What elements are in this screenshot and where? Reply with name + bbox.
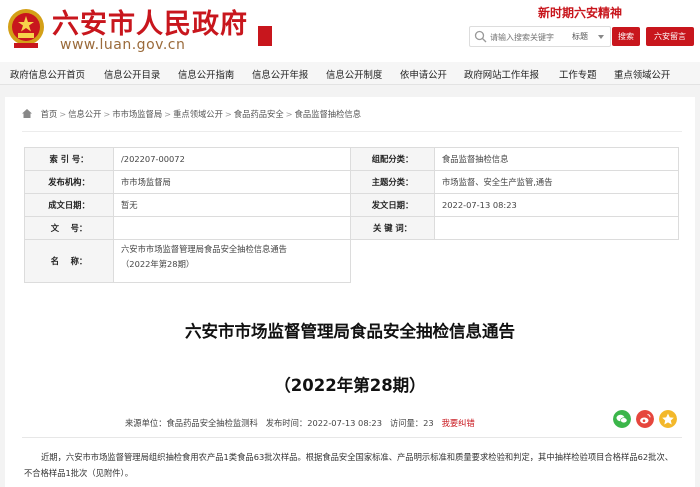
- document-name-line: 六安市市场监督管理局食品安全抽检信息通告: [121, 244, 287, 254]
- chevron-down-icon[interactable]: [598, 35, 604, 39]
- weibo-icon[interactable]: [636, 410, 654, 428]
- published-date-value: 2022-07-13 08:23: [434, 193, 679, 217]
- search-input[interactable]: [490, 29, 568, 45]
- nav-item-system[interactable]: 信息公开制度: [326, 67, 382, 81]
- topic-value: 市场监督、安全生产监管,通告: [434, 170, 679, 194]
- nav-item-apply[interactable]: 依申请公开: [400, 67, 447, 81]
- views-label: 访问量：: [389, 418, 424, 428]
- breadcrumb: 首页 > 信息公开 > 市市场监督局 > 重点领域公开 > 食品药品安全 > 食品监督抽检信息: [22, 108, 361, 120]
- breadcrumb-separator: >: [59, 109, 67, 119]
- article-subtitle: （2022年第28期）: [274, 376, 426, 395]
- search-scope-select[interactable]: 标题: [572, 31, 588, 42]
- created-date-value: 暂无: [113, 193, 351, 217]
- article-info-line: 来源单位：食品药品安全抽检监测科 发布时间：2022-07-13 08:23 访…: [125, 417, 475, 429]
- breadcrumb-item-inspection[interactable]: 食品监督抽检信息: [295, 109, 361, 119]
- breadcrumb-separator: >: [164, 109, 172, 119]
- category-value: 食品监督抽检信息: [434, 147, 679, 171]
- breadcrumb-separator: >: [285, 109, 293, 119]
- empty-cell: [350, 239, 435, 283]
- breadcrumb-item-info[interactable]: 信息公开: [68, 109, 101, 119]
- article-title: 六安市市场监督管理局食品安全抽检信息通告: [185, 322, 515, 341]
- breadcrumb-separator: >: [224, 109, 232, 119]
- publisher-label: 发布机构：: [24, 170, 114, 194]
- breadcrumb-item-home[interactable]: 首页: [41, 109, 58, 119]
- nav-item-website-report[interactable]: 政府网站工作年报: [464, 67, 539, 81]
- nav-item-guide[interactable]: 信息公开指南: [178, 67, 234, 81]
- search-button[interactable]: 搜索: [612, 27, 640, 46]
- nav-item-annual-report[interactable]: 信息公开年报: [252, 67, 308, 81]
- views-value: 23: [423, 418, 434, 428]
- publish-time-label: 发布时间：: [265, 418, 308, 428]
- document-number-label: 文 号：: [24, 216, 114, 240]
- search-box: 标题: [469, 26, 611, 47]
- document-name-issue: （2022年第28期）: [121, 259, 195, 269]
- document-meta-table: 索 引 号： /202207-00072 组配分类： 食品监督抽检信息 发布机构…: [24, 147, 679, 283]
- article-body-paragraph: 近期，六安市市场监督管理局组织抽检食用农产品1类食品63批次样品。根据食品安全国…: [24, 452, 674, 478]
- content-panel: 首页 > 信息公开 > 市市场监督局 > 重点领域公开 > 食品药品安全 > 食品监督抽检信息 索 …: [5, 97, 695, 487]
- breadcrumb-item-food-drug[interactable]: 食品药品安全: [234, 109, 284, 119]
- empty-cell: [434, 239, 679, 283]
- keywords-label: 关 键 词：: [350, 216, 435, 240]
- source-label: 来源单位：: [125, 418, 167, 428]
- publish-time-value: 2022-07-13 08:23: [307, 418, 382, 428]
- created-date-label: 成文日期：: [24, 193, 114, 217]
- publisher-value: 市市场监督局: [113, 170, 351, 194]
- nav-item-directory[interactable]: 信息公开目录: [104, 67, 160, 81]
- report-error-link[interactable]: 我要纠错: [442, 418, 475, 428]
- topic-label: 主题分类：: [350, 170, 435, 194]
- main-nav: 政府信息公开首页 信息公开目录 信息公开指南 信息公开年报 信息公开制度 依申请…: [0, 62, 700, 85]
- message-board-button[interactable]: 六安留言: [646, 27, 694, 46]
- site-url: www.luan.gov.cn: [60, 37, 186, 53]
- index-number-label: 索 引 号：: [24, 147, 114, 171]
- divider: [22, 437, 682, 438]
- breadcrumb-item-key-areas[interactable]: 重点领域公开: [173, 109, 223, 119]
- red-seal-stamp: [258, 26, 272, 46]
- source-value: 食品药品安全抽检监测科: [166, 418, 258, 428]
- site-header: 六安市人民政府 www.luan.gov.cn 新时期六安精神 标题 搜索 六安…: [0, 0, 700, 62]
- index-number-value: /202207-00072: [113, 147, 351, 171]
- document-number-value: [113, 216, 351, 240]
- nav-item-info-home[interactable]: 政府信息公开首页: [10, 67, 85, 81]
- nav-item-key-areas[interactable]: 重点领域公开: [614, 67, 670, 81]
- national-emblem-icon: [8, 9, 44, 48]
- wechat-icon[interactable]: [613, 410, 631, 428]
- qzone-icon[interactable]: [659, 410, 677, 428]
- breadcrumb-item-bureau[interactable]: 市市场监督局: [112, 109, 162, 119]
- home-icon: [22, 109, 32, 118]
- nav-item-topics[interactable]: 工作专题: [559, 67, 597, 81]
- slogan-text[interactable]: 新时期六安精神: [538, 4, 622, 21]
- site-title[interactable]: 六安市人民政府: [52, 2, 248, 41]
- search-icon: [474, 30, 487, 43]
- category-label: 组配分类：: [350, 147, 435, 171]
- published-date-label: 发文日期：: [350, 193, 435, 217]
- breadcrumb-separator: >: [103, 109, 111, 119]
- keywords-value: [434, 216, 679, 240]
- document-name-value: 六安市市场监督管理局食品安全抽检信息通告 （2022年第28期）: [113, 239, 351, 283]
- document-name-label: 名 称：: [24, 239, 114, 283]
- divider: [22, 131, 682, 132]
